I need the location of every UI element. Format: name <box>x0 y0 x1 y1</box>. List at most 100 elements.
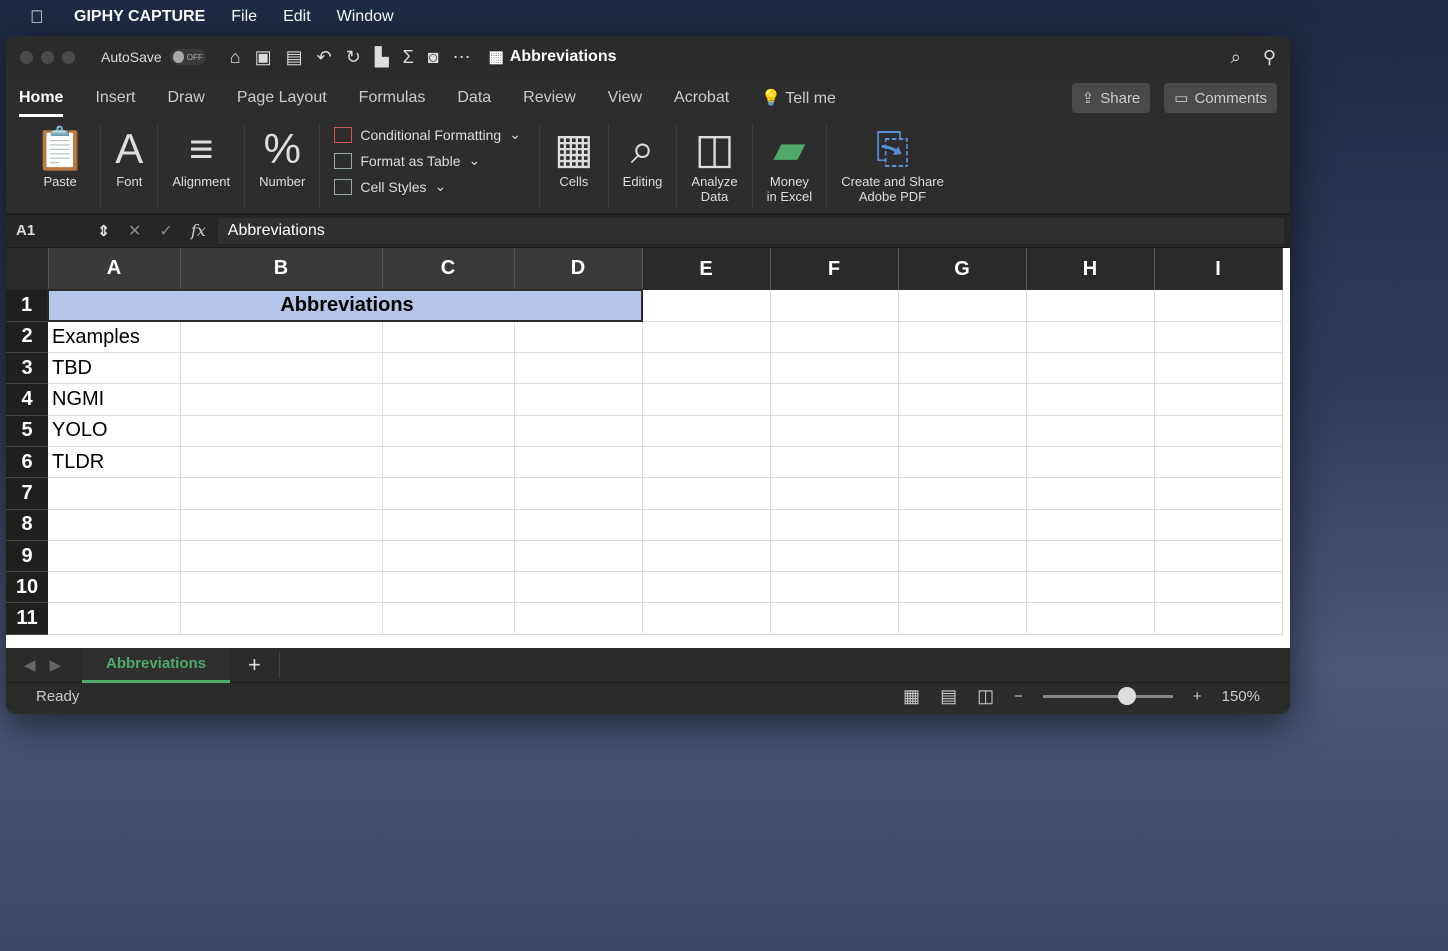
cell[interactable] <box>642 477 771 510</box>
close-window-button[interactable] <box>20 50 33 64</box>
cell[interactable] <box>48 509 181 541</box>
cell[interactable] <box>180 446 383 479</box>
check-icon[interactable]: ✓ <box>159 221 172 241</box>
cell[interactable] <box>898 540 1027 573</box>
prev-sheet-icon[interactable]: ◀ <box>24 656 36 674</box>
cell[interactable] <box>382 352 515 385</box>
cells-group[interactable]: ▦ Cells <box>540 124 609 208</box>
tell-me[interactable]: 💡 Tell me <box>761 88 836 108</box>
cell[interactable] <box>48 571 181 604</box>
cell[interactable] <box>514 321 643 354</box>
cell[interactable] <box>1154 446 1283 479</box>
row-header[interactable]: 4 <box>6 383 48 416</box>
cell[interactable] <box>1154 477 1283 510</box>
zoom-window-button[interactable] <box>62 50 75 64</box>
save-icon[interactable]: ▣ <box>255 47 272 68</box>
cell[interactable] <box>1026 602 1155 635</box>
cell[interactable] <box>514 571 643 604</box>
tab-formulas[interactable]: Formulas <box>359 89 426 107</box>
cell[interactable] <box>1026 352 1155 385</box>
cell[interactable] <box>180 509 383 541</box>
menu-edit[interactable]: Edit <box>283 8 311 26</box>
cell[interactable] <box>382 602 515 635</box>
cell[interactable] <box>1154 602 1283 635</box>
number-group[interactable]: % Number <box>245 124 321 208</box>
cell[interactable] <box>770 571 899 604</box>
cell[interactable] <box>770 446 899 479</box>
zoom-slider[interactable] <box>1042 687 1173 705</box>
conditional-formatting-button[interactable]: Conditional Formatting ⌄ <box>334 126 521 143</box>
cell[interactable] <box>1154 352 1283 385</box>
search-icon[interactable]: ⌕ <box>1231 47 1241 68</box>
format-painter-icon[interactable]: ▙ <box>375 47 389 68</box>
cell[interactable] <box>180 571 383 604</box>
cell[interactable] <box>1026 571 1155 604</box>
cell[interactable] <box>770 602 899 635</box>
tab-draw[interactable]: Draw <box>167 89 204 107</box>
cell-styles-button[interactable]: Cell Styles ⌄ <box>334 178 521 195</box>
cell-a5[interactable]: YOLO <box>48 415 181 447</box>
cell[interactable] <box>48 540 181 573</box>
select-all-corner[interactable] <box>6 248 49 290</box>
account-icon[interactable]: ⚲ <box>1263 47 1276 68</box>
zoom-out-button[interactable]: − <box>1014 688 1023 705</box>
cell[interactable] <box>898 477 1027 510</box>
column-header-h[interactable]: H <box>1026 248 1155 290</box>
column-header-g[interactable]: G <box>898 248 1027 290</box>
normal-view-icon[interactable]: ▦ <box>903 686 920 707</box>
cell[interactable] <box>514 540 643 573</box>
cell[interactable] <box>642 509 771 541</box>
cell[interactable] <box>382 415 515 447</box>
row-header[interactable]: 1 <box>6 290 48 322</box>
menu-window[interactable]: Window <box>337 8 394 26</box>
cell[interactable] <box>382 540 515 573</box>
cell[interactable] <box>1154 383 1283 416</box>
alignment-group[interactable]: ≡ Alignment <box>158 124 246 208</box>
share-button[interactable]: ⇪ Share <box>1071 83 1151 113</box>
cell[interactable] <box>382 477 515 510</box>
cell[interactable] <box>1026 383 1155 416</box>
zoom-level[interactable]: 150% <box>1222 688 1260 705</box>
cell[interactable] <box>180 352 383 385</box>
money-in-excel-group[interactable]: ▰ Money in Excel <box>753 124 828 208</box>
row-header[interactable]: 10 <box>6 571 48 604</box>
cell[interactable] <box>1154 540 1283 573</box>
cell[interactable] <box>514 602 643 635</box>
cell[interactable] <box>180 540 383 573</box>
autosave-toggle[interactable]: OFF <box>169 49 206 65</box>
page-layout-view-icon[interactable]: ▤ <box>940 686 957 707</box>
cell[interactable] <box>770 383 899 416</box>
camera-icon[interactable]: ◙ <box>428 47 439 68</box>
cell[interactable] <box>642 415 771 447</box>
cell[interactable] <box>898 446 1027 479</box>
redo-icon[interactable]: ↻ <box>346 47 361 68</box>
zoom-in-button[interactable]: + <box>1193 688 1202 705</box>
cell[interactable] <box>1154 509 1283 541</box>
sheet-tab-abbreviations[interactable]: Abbreviations <box>82 647 231 683</box>
cell[interactable] <box>898 290 1027 322</box>
cell[interactable] <box>1026 290 1155 322</box>
add-sheet-button[interactable]: + <box>230 652 280 678</box>
cell[interactable] <box>1026 477 1155 510</box>
save-as-icon[interactable]: ▤ <box>286 47 303 68</box>
cell[interactable] <box>770 415 899 447</box>
cell[interactable] <box>514 352 643 385</box>
cell[interactable] <box>514 509 643 541</box>
row-header[interactable]: 2 <box>6 321 48 354</box>
minimize-window-button[interactable] <box>41 50 54 64</box>
paste-group[interactable]: 📋 Paste <box>20 124 102 208</box>
cell[interactable] <box>514 415 643 447</box>
page-break-view-icon[interactable]: ◫ <box>977 686 994 707</box>
cell-a4[interactable]: NGMI <box>48 383 181 416</box>
format-as-table-button[interactable]: Format as Table ⌄ <box>334 152 521 169</box>
cell[interactable] <box>898 602 1027 635</box>
cell[interactable] <box>898 383 1027 416</box>
comments-button[interactable]: ▭ Comments <box>1164 83 1277 113</box>
row-header[interactable]: 9 <box>6 540 48 573</box>
column-header-i[interactable]: I <box>1154 248 1283 290</box>
cell[interactable] <box>382 383 515 416</box>
cell[interactable] <box>180 321 383 354</box>
cell[interactable] <box>770 290 899 322</box>
tab-review[interactable]: Review <box>523 89 575 107</box>
cell[interactable] <box>770 540 899 573</box>
